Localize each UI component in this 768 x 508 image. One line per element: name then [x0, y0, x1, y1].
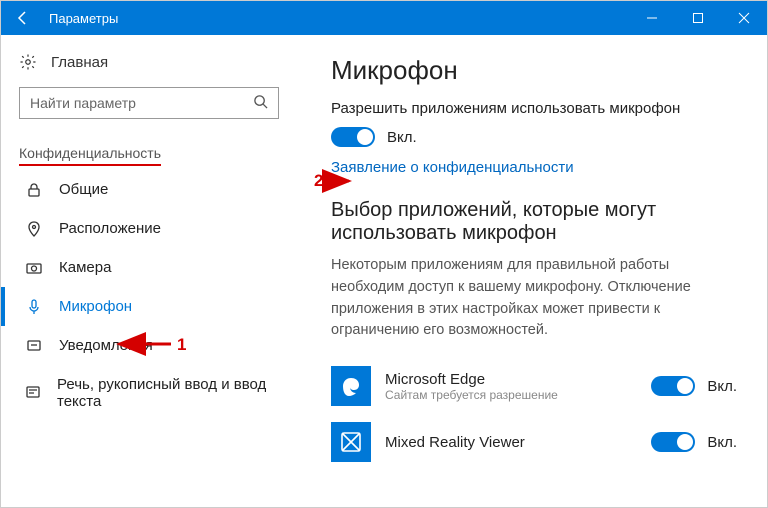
annotation-number-1: 1 — [177, 335, 186, 355]
settings-window: Параметры Главная Найти параметр Конфиде… — [0, 0, 768, 508]
annotation-number-2: 2 — [314, 171, 323, 191]
annotation-overlay — [1, 1, 768, 508]
